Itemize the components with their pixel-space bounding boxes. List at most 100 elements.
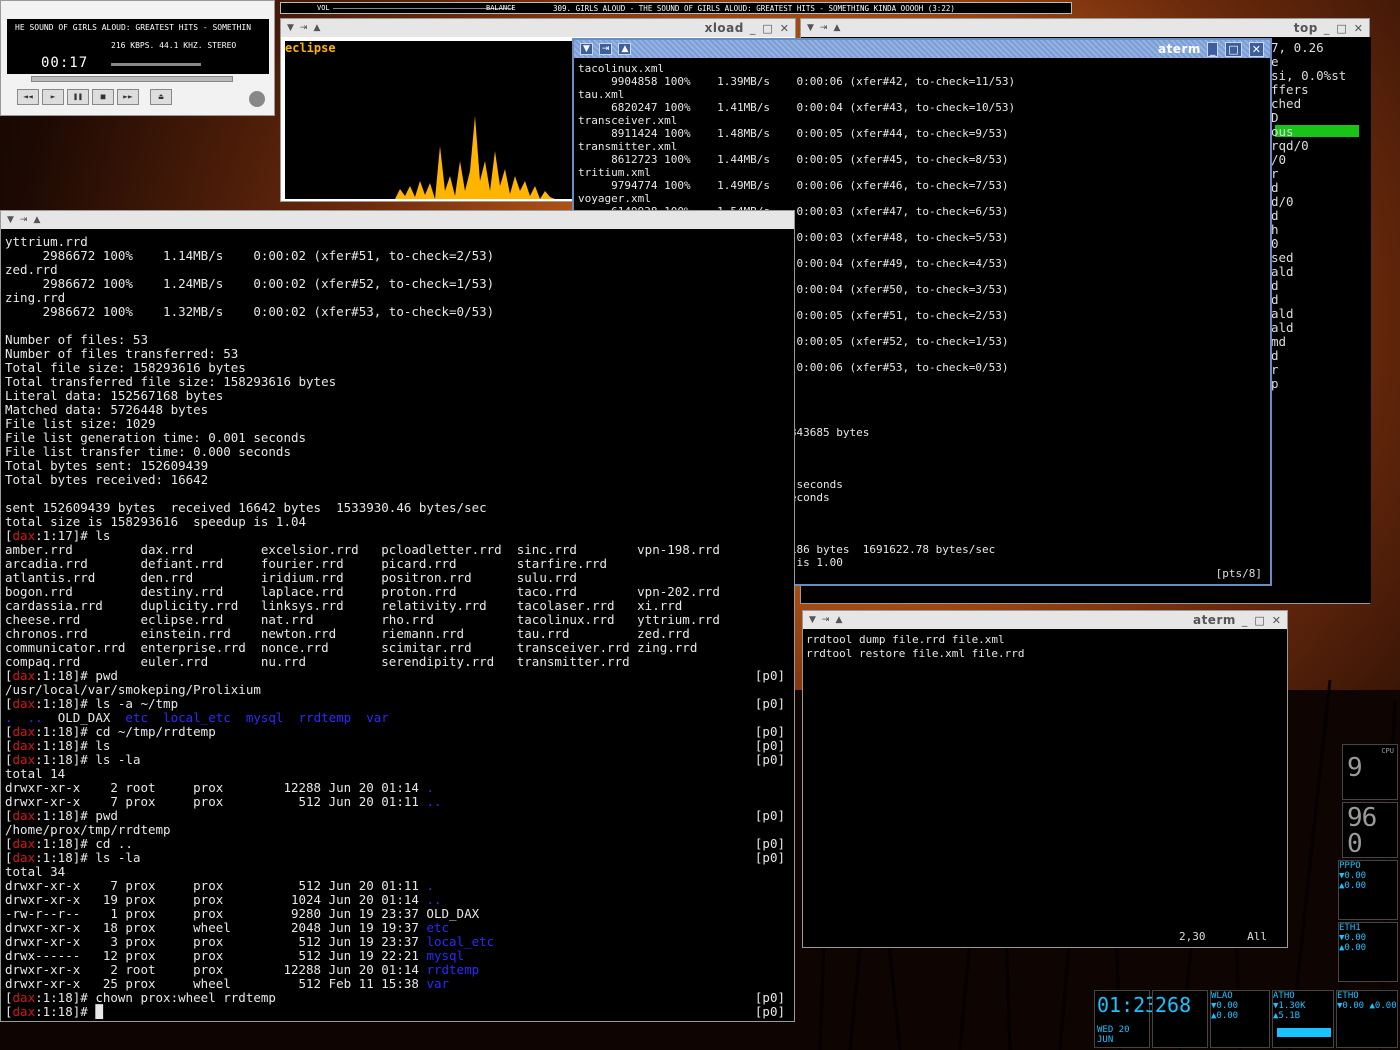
top-line: rqd/0 [1271, 138, 1309, 153]
bitrate-info: 216 KBPS. 44.1 KHZ. STEREO [111, 41, 237, 50]
vim-buffer[interactable]: rrdtool dump file.rrd file.xml rrdtool re… [806, 633, 1284, 945]
pane-indicator: [p0] [754, 696, 785, 711]
seek-bar[interactable] [31, 76, 233, 82]
shade-icon[interactable]: ▲ [833, 23, 840, 33]
prompt-host: dax [12, 990, 36, 1005]
prev-button[interactable]: ◄◄ [17, 89, 39, 105]
top-line: d [1271, 348, 1279, 363]
volume-balance-bar: VOL BALANCE 309. GIRLS ALOUD - THE SOUND… [280, 2, 1072, 14]
top-line: d [1271, 292, 1279, 307]
pin-icon[interactable]: ⇥ [20, 215, 28, 225]
terminal-line: drwx------ 12 prox prox 512 Jun 19 22:21… [5, 948, 465, 963]
top-line: ous [1271, 124, 1294, 139]
top-line: ald [1271, 306, 1294, 321]
dir-entry: var [426, 976, 450, 991]
terminal-line: . .. OLD_DAX etc local_etc mysql rrdtemp… [5, 710, 389, 725]
terminal-line: zed.rrd [5, 262, 58, 277]
pin-icon[interactable]: ⇥ [300, 23, 308, 33]
terminal-line: [dax:1:18]# ls -la [p0] [5, 850, 785, 865]
net-name: ATHO [1273, 991, 1295, 1001]
top-line: d [1271, 180, 1279, 195]
top-line: h [1271, 222, 1279, 237]
top-line: D [1271, 110, 1279, 125]
stop-button[interactable]: ■ [92, 89, 114, 105]
xload-titlebar[interactable]: ▼ ⇥ ▲ xload _ □ ✕ [281, 19, 795, 37]
net-name: ETHO [1337, 991, 1359, 1001]
menu-icon[interactable]: ▼ [807, 23, 814, 33]
minimize-icon[interactable]: _ [750, 22, 756, 35]
maximize-icon[interactable]: □ [1225, 41, 1242, 57]
volume-slider[interactable] [111, 63, 201, 66]
terminal-line: yttrium.rrd [5, 235, 88, 249]
top-titlebar[interactable]: ▼ ⇥ ▲ top _ □ ✕ [801, 19, 1369, 37]
terminal-line: chronos.rrd einstein.rrd newton.rrd riem… [5, 626, 690, 641]
maximize-icon[interactable]: □ [1254, 614, 1264, 627]
terminal-line: drwxr-xr-x 18 prox wheel 2048 Jun 19 19:… [5, 920, 450, 935]
dir-entry: mysql [426, 948, 465, 963]
pin-icon[interactable]: ⇥ [820, 23, 828, 33]
net-up: ▲0.00 [1339, 881, 1367, 891]
close-icon[interactable]: ✕ [780, 22, 789, 35]
net-name: ETH1 [1339, 923, 1361, 933]
terminal-line: cardassia.rrd duplicity.rrd linksys.rrd … [5, 598, 683, 613]
playlist-title: 309. GIRLS ALOUD - THE SOUND OF GIRLS AL… [553, 4, 955, 13]
shade-icon[interactable]: ▲ [618, 43, 632, 55]
terminal-line: 2986672 100% 1.14MB/s 0:00:02 (xfer#51, … [5, 248, 495, 263]
pin-icon[interactable]: ⇥ [822, 615, 830, 625]
aterm2-title: aterm [1192, 613, 1236, 627]
dir-entry: . [426, 878, 434, 893]
prompt-host: dax [12, 850, 36, 865]
shade-icon[interactable]: ▲ [835, 615, 842, 625]
top-output: 7, 0.26 e si, 0.0%st ffers ched Dous rqd/0/0 r d… [1271, 41, 1369, 601]
net-name: WLAO [1211, 991, 1233, 1001]
menu-icon[interactable]: ▼ [7, 215, 14, 225]
balance-label: BALANCE [486, 4, 516, 12]
terminal-line: [dax:1:18]# cd .. [p0] [5, 836, 785, 851]
top-line: p [1271, 376, 1279, 391]
aterm2-titlebar[interactable]: ▼ ⇥ ▲ aterm _ □ ✕ [803, 611, 1287, 629]
shade-icon[interactable]: ▲ [33, 215, 40, 225]
minimize-icon[interactable]: _ [1242, 614, 1248, 627]
terminal-line: 8911424 100% 1.48MB/s 0:00:05 (xfer#44, … [578, 127, 1009, 140]
prompt-host: dax [12, 1004, 36, 1019]
top-line: md [1271, 334, 1287, 349]
eject-button[interactable]: ⏏ [150, 89, 172, 105]
terminal-line: Total bytes received: 16642 [5, 472, 209, 487]
aterm-titlebar[interactable]: ▼ ⇥ ▲ aterm _ □ ✕ [574, 40, 1270, 58]
terminal-line: [dax:1:18]# █ [p0] [5, 1004, 785, 1019]
top-title: top [1293, 21, 1318, 35]
terminal-line: [dax:1:18]# chown prox:wheel rrdtemp [p0] [5, 990, 785, 1005]
main-terminal-titlebar[interactable]: ▼ ⇥ ▲ [1, 211, 794, 229]
traffic-graph [1277, 1015, 1331, 1037]
next-button[interactable]: ►► [117, 89, 139, 105]
net-monitor-etho: ETHO ▼0.00 ▲0.00 [1336, 990, 1398, 1048]
top-line: r [1271, 166, 1279, 181]
terminal-line: Total transferred file size: 158293616 b… [5, 374, 337, 389]
close-icon[interactable]: ✕ [1248, 41, 1264, 57]
menu-icon[interactable]: ▼ [580, 43, 593, 55]
close-icon[interactable]: ✕ [1354, 22, 1363, 35]
close-icon[interactable]: ✕ [1272, 614, 1281, 627]
top-line: 0 [1271, 236, 1279, 251]
prompt-host: dax [12, 696, 36, 711]
maximize-icon[interactable]: □ [1336, 22, 1346, 35]
pause-button[interactable]: ❚❚ [67, 89, 89, 105]
minimize-icon[interactable]: _ [1324, 22, 1330, 35]
pin-icon[interactable]: ⇥ [598, 43, 613, 55]
terminal-line: sent 152609439 bytes received 16642 byte… [5, 500, 487, 515]
play-button[interactable]: ► [42, 89, 64, 105]
terminal-line: 9794774 100% 1.49MB/s 0:00:06 (xfer#46, … [578, 179, 1009, 192]
terminal-line: drwxr-xr-x 2 root prox 12288 Jun 20 01:1… [5, 962, 480, 977]
menu-icon[interactable]: ▼ [809, 615, 816, 625]
top-line: d/0 [1271, 194, 1294, 209]
menu-icon[interactable]: ▼ [287, 23, 294, 33]
net-up: ▲0.00 [1369, 1001, 1397, 1011]
net-monitor-atho: ATHO ▼1.30K ▲5.1B [1272, 990, 1334, 1048]
minimize-icon[interactable]: _ [1206, 41, 1219, 57]
xload-title: xload [704, 21, 744, 35]
top-line: d [1271, 278, 1279, 293]
maximize-icon[interactable]: □ [762, 22, 772, 35]
shade-icon[interactable]: ▲ [313, 23, 320, 33]
main-terminal-output[interactable]: yttrium.rrd 2986672 100% 1.14MB/s 0:00:0… [5, 235, 793, 1021]
prompt-host: dax [12, 808, 36, 823]
